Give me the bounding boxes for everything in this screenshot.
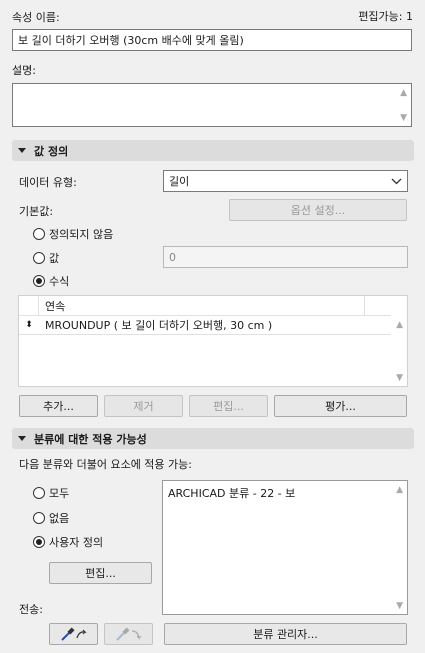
edit-expression-button[interactable]: 편집...	[189, 395, 268, 417]
radio-selected-dot	[36, 539, 42, 545]
scroll-up-icon[interactable]: ▲	[400, 88, 407, 98]
expression-header-label: 연속	[45, 299, 66, 313]
inject-button[interactable]	[104, 623, 153, 645]
remove-button[interactable]: 제거	[104, 395, 183, 417]
radio-selected-dot	[36, 278, 42, 284]
classification-title: 분류에 대한 적용 가능성	[34, 432, 147, 446]
radio-custom[interactable]: 사용자 정의	[33, 534, 103, 550]
editable-count-label: 편집가능: 1	[358, 10, 413, 23]
radio-undefined-circle[interactable]	[33, 228, 45, 240]
options-settings-button[interactable]: 옵션 설정...	[229, 199, 407, 221]
radio-custom-circle[interactable]	[33, 536, 45, 548]
eyedropper-icon	[60, 627, 87, 641]
transfer-label: 전송:	[19, 603, 43, 616]
radio-undefined[interactable]: 정의되지 않음	[33, 226, 113, 242]
radio-value-circle[interactable]	[33, 252, 45, 264]
radio-expression[interactable]: 수식	[33, 273, 69, 289]
data-type-select[interactable]: 길이	[163, 170, 408, 192]
default-value-text: 0	[169, 250, 176, 264]
radio-all[interactable]: 모두	[33, 485, 69, 501]
radio-none[interactable]: 없음	[33, 510, 69, 526]
description-textarea[interactable]: ▲ ▼	[12, 83, 412, 127]
property-name-label: 속성 이름:	[12, 11, 60, 24]
radio-value-label: 값	[49, 252, 60, 265]
radio-value[interactable]: 값	[33, 250, 59, 266]
syringe-icon	[115, 627, 141, 641]
value-definition-title: 값 정의	[34, 144, 69, 158]
radio-all-circle[interactable]	[33, 487, 45, 499]
list-scroll-down-icon[interactable]: ▼	[396, 373, 403, 383]
expression-row-text: MROUNDUP ( 보 길이 더하기 오버행, 30 cm )	[45, 319, 273, 332]
property-name-input[interactable]: 보 길이 더하기 오버행 (30cm 배수에 맞게 올림)	[12, 29, 412, 51]
drag-handle-icon[interactable]: ⬍	[19, 320, 39, 330]
classification-header[interactable]: 분류에 대한 적용 가능성	[12, 428, 414, 449]
eyedropper-button[interactable]	[49, 623, 98, 645]
value-definition-header[interactable]: 값 정의	[12, 140, 414, 161]
classification-edit-button[interactable]: 편집...	[49, 562, 152, 584]
add-button[interactable]: 추가...	[19, 395, 98, 417]
classification-manager-button[interactable]: 분류 관리자...	[164, 623, 407, 645]
default-value-label: 기본값:	[19, 205, 54, 218]
chevron-down-icon	[391, 178, 402, 184]
data-type-label: 데이터 유형:	[19, 176, 77, 189]
scroll-down-icon[interactable]: ▼	[400, 113, 407, 123]
default-value-input[interactable]: 0	[163, 246, 408, 268]
expression-list[interactable]: 연속 ⬍ MROUNDUP ( 보 길이 더하기 오버행, 30 cm ) ▲ …	[18, 295, 408, 387]
radio-expression-label: 수식	[49, 275, 70, 288]
collapse-triangle-icon	[18, 148, 26, 153]
radio-all-label: 모두	[49, 487, 70, 500]
evaluate-button[interactable]: 평가...	[274, 395, 407, 417]
classification-scroll-up-icon[interactable]: ▲	[396, 485, 403, 495]
classification-list-item[interactable]: ARCHICAD 분류 - 22 - 보	[163, 481, 407, 505]
expression-row[interactable]: ⬍ MROUNDUP ( 보 길이 더하기 오버행, 30 cm )	[19, 316, 391, 335]
radio-none-circle[interactable]	[33, 512, 45, 524]
radio-undefined-label: 정의되지 않음	[49, 228, 114, 241]
applies-to-label: 다음 분류와 더불어 요소에 적용 가능:	[19, 458, 192, 471]
radio-custom-label: 사용자 정의	[49, 536, 104, 549]
radio-none-label: 없음	[49, 512, 70, 525]
radio-expression-circle[interactable]	[33, 275, 45, 287]
description-label: 설명:	[12, 64, 36, 77]
collapse-triangle-icon	[18, 436, 26, 441]
data-type-value: 길이	[169, 175, 190, 188]
classification-scroll-down-icon[interactable]: ▼	[396, 601, 403, 611]
classification-list[interactable]: ARCHICAD 분류 - 22 - 보 ▲ ▼	[162, 480, 408, 615]
list-scroll-up-icon[interactable]: ▲	[396, 320, 403, 330]
property-name-value: 보 길이 더하기 오버행 (30cm 배수에 맞게 올림)	[18, 34, 244, 47]
expression-list-header: 연속	[19, 295, 391, 316]
